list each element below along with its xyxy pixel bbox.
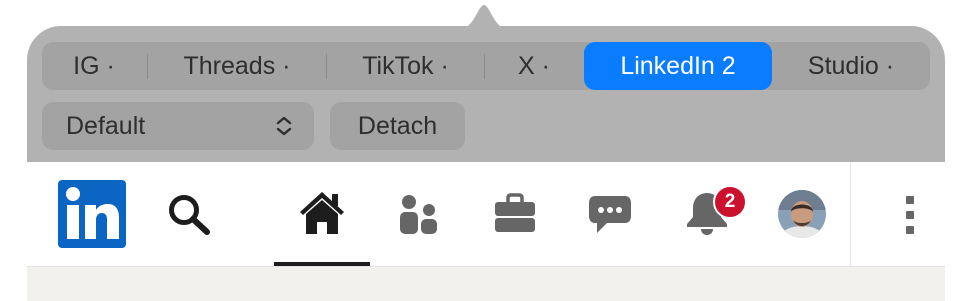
search-icon[interactable]	[167, 193, 213, 237]
nav-divider	[850, 162, 851, 266]
tab-ig[interactable]: IG ·	[42, 42, 146, 90]
notification-count-badge: 2	[713, 185, 747, 219]
profile-select-value: Default	[66, 111, 146, 140]
feed-background	[27, 266, 945, 301]
more-vertical-icon[interactable]	[903, 195, 917, 235]
jobs-icon[interactable]	[494, 193, 536, 233]
tab-x[interactable]: X ·	[485, 42, 583, 90]
messaging-icon[interactable]	[587, 194, 633, 236]
linkedin-logo-icon[interactable]	[58, 180, 126, 248]
avatar-image	[778, 190, 826, 238]
chevron-up-down-icon	[276, 116, 292, 136]
detach-button[interactable]: Detach	[330, 102, 465, 150]
my-network-icon[interactable]	[399, 193, 439, 235]
popover-arrow	[460, 5, 508, 29]
tab-studio[interactable]: Studio ·	[772, 42, 930, 90]
account-tabs: IG · Threads · TikTok · X · LinkedIn 2 S…	[42, 42, 930, 90]
home-icon[interactable]	[298, 190, 346, 236]
tab-threads[interactable]: Threads ·	[148, 42, 326, 90]
tab-tiktok[interactable]: TikTok ·	[327, 42, 484, 90]
avatar[interactable]	[778, 190, 826, 238]
profile-select[interactable]: Default	[42, 102, 314, 150]
tab-linkedin[interactable]: LinkedIn 2	[584, 42, 772, 90]
